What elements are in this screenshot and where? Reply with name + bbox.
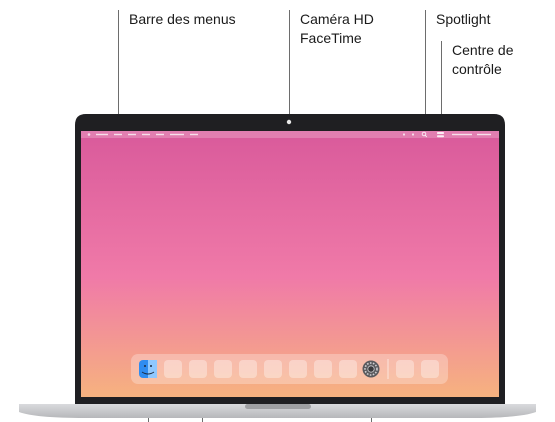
dock-extra-slot[interactable]: [421, 360, 439, 378]
finder-icon: [139, 360, 157, 378]
dock-app-slot[interactable]: [239, 360, 257, 378]
dock-app-slot[interactable]: [314, 360, 332, 378]
dock-app-slot[interactable]: [214, 360, 232, 378]
facetime-camera: [286, 119, 292, 125]
dock-app-slot[interactable]: [339, 360, 357, 378]
dock-app-slot[interactable]: [264, 360, 282, 378]
dock-extra-slot[interactable]: [396, 360, 414, 378]
laptop-notch: [245, 404, 311, 409]
dock-slots: [164, 360, 439, 378]
dock-app-slot[interactable]: [164, 360, 182, 378]
system-settings-icon: [362, 360, 380, 378]
laptop-illustration: [19, 114, 536, 418]
dock-app-slot[interactable]: [189, 360, 207, 378]
dock-app-slot[interactable]: [289, 360, 307, 378]
